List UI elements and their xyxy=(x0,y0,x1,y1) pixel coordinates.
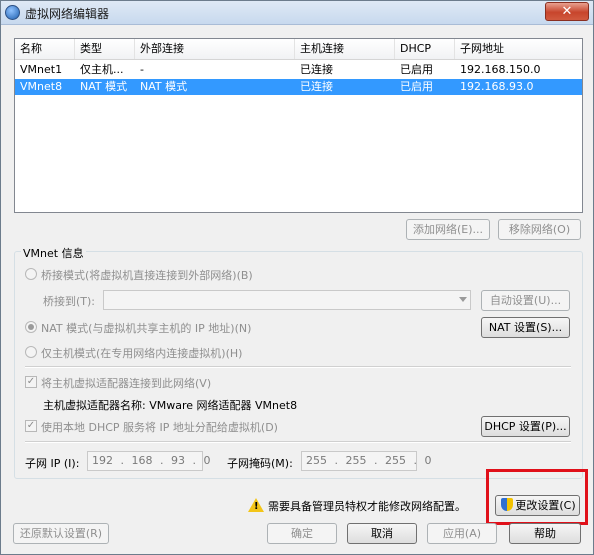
add-network-button[interactable]: 添加网络(E)... xyxy=(406,219,490,240)
column-header-name[interactable]: 名称 xyxy=(15,39,75,59)
bridged-to-label: 桥接到(T): xyxy=(43,295,96,308)
subnet-mask-field[interactable]: 255 . 255 . 255 . 0 xyxy=(301,451,431,471)
column-header-external[interactable]: 外部连接 xyxy=(135,39,295,59)
auto-settings-button[interactable]: 自动设置(U)... xyxy=(481,290,570,311)
separator xyxy=(25,366,571,368)
vmnet-info-group xyxy=(14,251,583,479)
chevron-down-icon xyxy=(459,297,467,302)
cancel-button[interactable]: 取消 xyxy=(347,523,417,544)
cell-type: 仅主机... xyxy=(80,63,124,76)
cell-external: - xyxy=(140,63,144,76)
change-settings-button[interactable]: 更改设置(C) xyxy=(495,495,580,516)
column-header-subnet[interactable]: 子网地址 xyxy=(455,39,582,59)
help-button[interactable]: 帮助 xyxy=(509,523,581,544)
cell-host-connection: 已连接 xyxy=(300,80,333,93)
use-local-dhcp-checkbox[interactable]: ✓ xyxy=(25,420,37,432)
network-list-header: 名称 类型 外部连接 主机连接 DHCP 子网地址 xyxy=(15,39,582,60)
cell-subnet: 192.168.150.0 xyxy=(460,63,541,76)
column-header-host-connection[interactable]: 主机连接 xyxy=(295,39,395,59)
cell-dhcp: 已启用 xyxy=(400,63,433,76)
column-header-dhcp[interactable]: DHCP xyxy=(395,39,455,59)
nat-mode-radio[interactable] xyxy=(25,321,37,333)
dhcp-settings-button[interactable]: DHCP 设置(P)... xyxy=(481,416,570,437)
host-adapter-name: 主机虚拟适配器名称: VMware 网络适配器 VMnet8 xyxy=(43,399,298,412)
remove-network-button[interactable]: 移除网络(O) xyxy=(498,219,581,240)
network-app-icon xyxy=(5,5,20,20)
apply-button[interactable]: 应用(A) xyxy=(427,523,497,544)
nat-mode-label: NAT 模式(与虚拟机共享主机的 IP 地址)(N) xyxy=(41,322,252,335)
table-row[interactable]: VMnet8 NAT 模式 NAT 模式 已连接 已启用 192.168.93.… xyxy=(15,79,582,95)
host-only-mode-label: 仅主机模式(在专用网络内连接虚拟机)(H) xyxy=(41,347,243,360)
vmnet-info-legend: VMnet 信息 xyxy=(21,245,86,261)
table-row[interactable]: VMnet1 仅主机... - 已连接 已启用 192.168.150.0 xyxy=(15,62,582,78)
column-header-type[interactable]: 类型 xyxy=(75,39,135,59)
warning-icon: ! xyxy=(248,498,264,512)
cell-type: NAT 模式 xyxy=(80,80,128,93)
cell-external: NAT 模式 xyxy=(140,80,188,93)
admin-shield-icon xyxy=(501,498,514,511)
close-button[interactable]: ✕ xyxy=(545,2,589,21)
connect-host-adapter-label: 将主机虚拟适配器连接到此网络(V) xyxy=(41,377,212,390)
cell-host-connection: 已连接 xyxy=(300,63,333,76)
ok-button[interactable]: 确定 xyxy=(267,523,337,544)
network-list[interactable]: 名称 类型 外部连接 主机连接 DHCP 子网地址 VMnet1 仅主机... … xyxy=(14,38,583,213)
use-local-dhcp-label: 使用本地 DHCP 服务将 IP 地址分配给虚拟机(D) xyxy=(41,421,278,434)
connect-host-adapter-checkbox[interactable]: ✓ xyxy=(25,376,37,388)
admin-warning-text: 需要具备管理员特权才能修改网络配置。 xyxy=(268,500,466,513)
subnet-ip-field[interactable]: 192 . 168 . 93 . 0 xyxy=(87,451,210,471)
cell-name: VMnet8 xyxy=(20,80,63,93)
restore-defaults-button[interactable]: 还原默认设置(R) xyxy=(13,523,109,544)
subnet-ip-label: 子网 IP (I): xyxy=(25,457,80,470)
cell-name: VMnet1 xyxy=(20,63,63,76)
cell-dhcp: 已启用 xyxy=(400,80,433,93)
bridged-mode-radio[interactable] xyxy=(25,268,37,280)
window-title: 虚拟网络编辑器 xyxy=(25,7,110,21)
change-settings-label: 更改设置(C) xyxy=(515,499,576,512)
bridged-to-select[interactable] xyxy=(103,290,471,310)
host-only-mode-radio[interactable] xyxy=(25,346,37,358)
separator xyxy=(25,441,571,443)
subnet-mask-label: 子网掩码(M): xyxy=(227,457,293,470)
cell-subnet: 192.168.93.0 xyxy=(460,80,534,93)
nat-settings-button[interactable]: NAT 设置(S)... xyxy=(481,317,570,338)
title-bar: 虚拟网络编辑器 ✕ xyxy=(1,1,593,25)
bridged-mode-label: 桥接模式(将虚拟机直接连接到外部网络)(B) xyxy=(41,269,253,282)
virtual-network-editor-window: 虚拟网络编辑器 ✕ 名称 类型 外部连接 主机连接 DHCP 子网地址 VMne… xyxy=(0,0,594,555)
